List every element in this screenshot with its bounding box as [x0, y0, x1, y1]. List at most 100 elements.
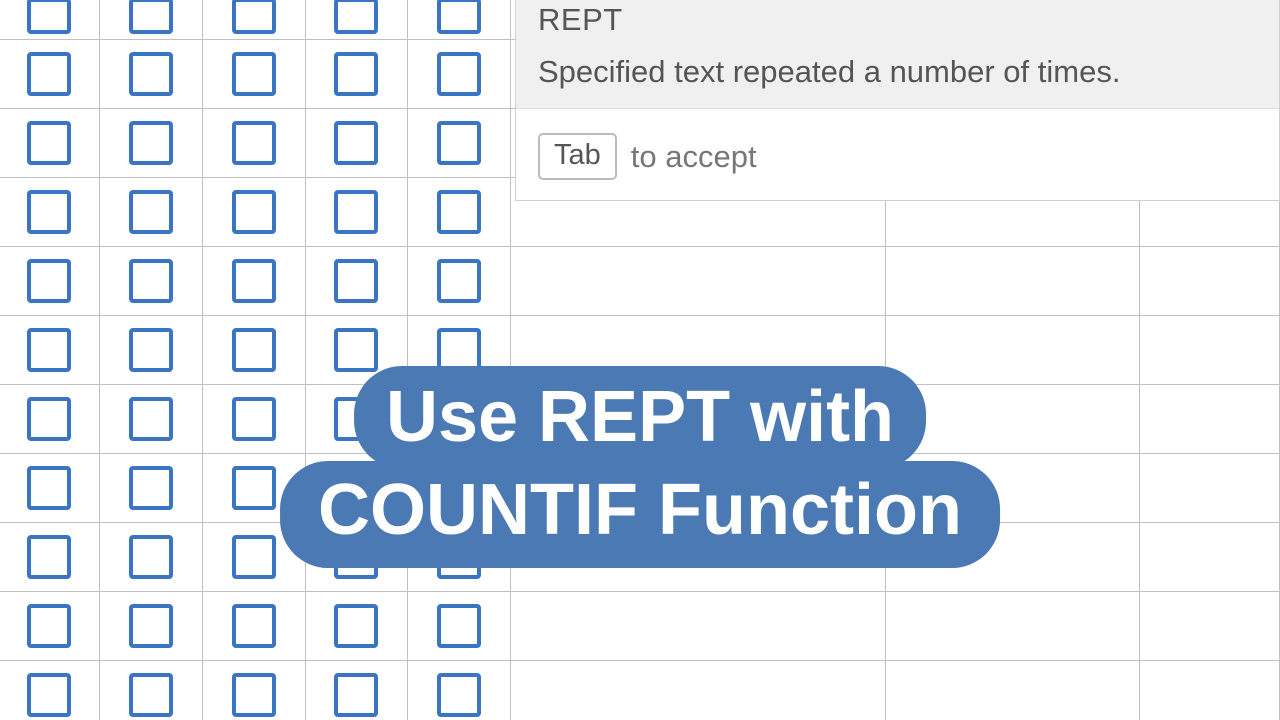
checkbox[interactable]	[437, 52, 481, 96]
grid-cell[interactable]	[408, 0, 511, 39]
grid-cell[interactable]	[203, 247, 306, 315]
checkbox[interactable]	[129, 466, 173, 510]
grid-cell[interactable]	[0, 592, 100, 660]
grid-cell[interactable]	[1140, 247, 1280, 315]
grid-cell[interactable]	[1140, 523, 1280, 591]
checkbox[interactable]	[129, 535, 173, 579]
grid-cell[interactable]	[306, 40, 409, 108]
grid-cell[interactable]	[0, 316, 100, 384]
checkbox[interactable]	[437, 673, 481, 717]
checkbox[interactable]	[129, 397, 173, 441]
checkbox[interactable]	[437, 190, 481, 234]
checkbox[interactable]	[27, 328, 71, 372]
grid-cell[interactable]	[511, 592, 885, 660]
grid-cell[interactable]	[100, 661, 203, 720]
checkbox[interactable]	[129, 259, 173, 303]
grid-cell[interactable]	[1140, 454, 1280, 522]
grid-cell[interactable]	[511, 247, 885, 315]
checkbox[interactable]	[232, 259, 276, 303]
checkbox[interactable]	[129, 190, 173, 234]
checkbox[interactable]	[27, 604, 71, 648]
grid-cell[interactable]	[100, 454, 203, 522]
checkbox[interactable]	[232, 397, 276, 441]
checkbox[interactable]	[27, 397, 71, 441]
grid-cell[interactable]	[100, 247, 203, 315]
checkbox[interactable]	[232, 466, 276, 510]
grid-cell[interactable]	[1140, 592, 1280, 660]
grid-cell[interactable]	[306, 592, 409, 660]
checkbox[interactable]	[129, 52, 173, 96]
grid-cell[interactable]	[1140, 385, 1280, 453]
grid-cell[interactable]	[886, 661, 1141, 720]
grid-cell[interactable]	[203, 661, 306, 720]
checkbox[interactable]	[232, 535, 276, 579]
grid-cell[interactable]	[306, 178, 409, 246]
grid-cell[interactable]	[886, 247, 1141, 315]
grid-cell[interactable]	[100, 178, 203, 246]
grid-cell[interactable]	[0, 178, 100, 246]
checkbox[interactable]	[437, 121, 481, 165]
checkbox[interactable]	[334, 328, 378, 372]
grid-cell[interactable]	[306, 661, 409, 720]
checkbox[interactable]	[27, 466, 71, 510]
grid-cell[interactable]	[100, 523, 203, 591]
grid-cell[interactable]	[306, 0, 409, 39]
grid-cell[interactable]	[203, 178, 306, 246]
grid-cell[interactable]	[203, 0, 306, 39]
grid-cell[interactable]	[0, 40, 100, 108]
grid-cell[interactable]	[408, 178, 511, 246]
grid-cell[interactable]	[306, 109, 409, 177]
checkbox[interactable]	[437, 604, 481, 648]
grid-cell[interactable]	[408, 661, 511, 720]
checkbox[interactable]	[334, 190, 378, 234]
checkbox[interactable]	[334, 673, 378, 717]
checkbox[interactable]	[334, 604, 378, 648]
checkbox[interactable]	[437, 259, 481, 303]
grid-cell[interactable]	[0, 661, 100, 720]
grid-cell[interactable]	[511, 661, 885, 720]
grid-cell[interactable]	[0, 454, 100, 522]
checkbox[interactable]	[232, 121, 276, 165]
checkbox[interactable]	[129, 604, 173, 648]
checkbox[interactable]	[27, 259, 71, 303]
checkbox[interactable]	[27, 190, 71, 234]
checkbox[interactable]	[27, 0, 71, 34]
grid-cell[interactable]	[0, 109, 100, 177]
grid-cell[interactable]	[100, 316, 203, 384]
grid-cell[interactable]	[408, 109, 511, 177]
grid-cell[interactable]	[203, 40, 306, 108]
checkbox[interactable]	[129, 0, 173, 34]
grid-cell[interactable]	[0, 0, 100, 39]
checkbox[interactable]	[129, 673, 173, 717]
checkbox[interactable]	[334, 121, 378, 165]
grid-cell[interactable]	[886, 592, 1141, 660]
checkbox[interactable]	[27, 121, 71, 165]
checkbox[interactable]	[27, 535, 71, 579]
checkbox[interactable]	[232, 0, 276, 34]
grid-cell[interactable]	[408, 247, 511, 315]
grid-cell[interactable]	[100, 592, 203, 660]
grid-cell[interactable]	[100, 385, 203, 453]
checkbox[interactable]	[129, 328, 173, 372]
checkbox[interactable]	[437, 328, 481, 372]
checkbox[interactable]	[232, 190, 276, 234]
grid-cell[interactable]	[1140, 316, 1280, 384]
checkbox[interactable]	[232, 673, 276, 717]
checkbox[interactable]	[27, 52, 71, 96]
grid-cell[interactable]	[0, 523, 100, 591]
checkbox[interactable]	[334, 259, 378, 303]
grid-cell[interactable]	[0, 385, 100, 453]
grid-cell[interactable]	[408, 592, 511, 660]
checkbox[interactable]	[232, 52, 276, 96]
checkbox[interactable]	[232, 604, 276, 648]
checkbox[interactable]	[27, 673, 71, 717]
grid-cell[interactable]	[203, 592, 306, 660]
grid-cell[interactable]	[0, 247, 100, 315]
checkbox[interactable]	[334, 52, 378, 96]
grid-cell[interactable]	[408, 40, 511, 108]
checkbox[interactable]	[437, 0, 481, 34]
grid-cell[interactable]	[306, 247, 409, 315]
grid-cell[interactable]	[100, 0, 203, 39]
grid-cell[interactable]	[100, 40, 203, 108]
grid-cell[interactable]	[1140, 661, 1280, 720]
